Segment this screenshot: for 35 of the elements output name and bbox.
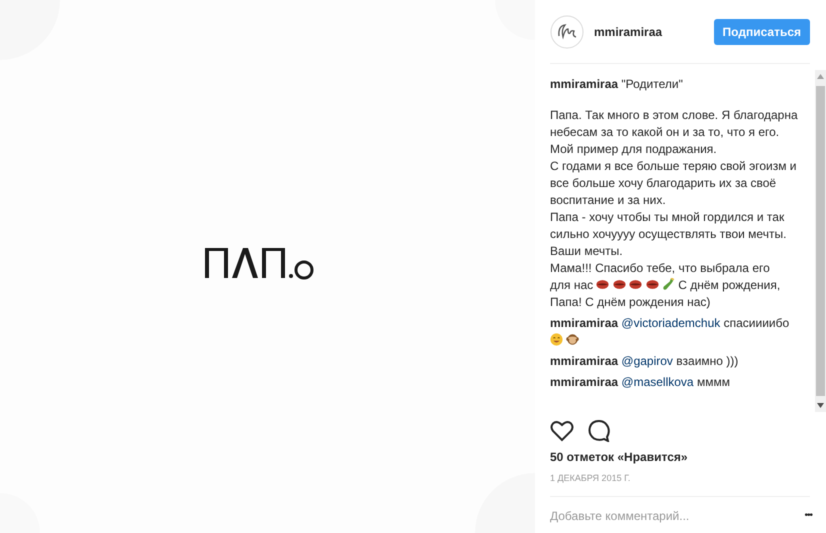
caption-text: С днём рождения, — [678, 278, 780, 292]
username[interactable]: mmiramiraa — [594, 22, 662, 40]
comment-username[interactable]: mmiramiraa — [550, 354, 618, 368]
caption-text: Мама!!! Спасибо тебе, что выбрала его — [550, 261, 770, 275]
caption-text: Папа! С днём рождения нас) — [550, 295, 710, 309]
more-button[interactable]: ••• — [804, 508, 812, 523]
mention-link[interactable]: @gapirov — [621, 354, 673, 368]
comment-username[interactable]: mmiramiraa — [550, 316, 618, 330]
comment-text: спасиииибо — [724, 316, 790, 330]
avatar-icon — [550, 14, 584, 48]
caption-text: С годами я все больше теряю свой эгоизм и все больше хочу благодарить их за своё воспитание и за них. — [550, 158, 798, 209]
heart-icon[interactable] — [550, 420, 574, 442]
mention-link[interactable]: @masellkova — [621, 375, 694, 389]
scroll-down-icon[interactable] — [817, 403, 824, 408]
caption-title: "Родители" — [621, 77, 683, 91]
lips-icon — [596, 278, 610, 291]
caption-text: Папа. Так много в этом слове. Я благодарна небесам за то какой он и за то, что я его. Мой пример для подражания. — [550, 107, 799, 158]
lips-icon — [646, 278, 659, 291]
monkey-icon — [566, 333, 580, 346]
scrollbar[interactable] — [815, 70, 826, 412]
comment-icon[interactable] — [588, 420, 610, 442]
comment-text: мммм — [696, 375, 730, 389]
username[interactable]: mmiramiraa — [550, 77, 618, 91]
lips-icon — [629, 278, 642, 291]
comment-text: взаимно ))) — [676, 354, 738, 368]
caption-text: Папа - хочу чтобы ты мной гордился и так сильно хочуууу осуществлять твои мечты. — [550, 209, 788, 243]
caption-text: для нас — [550, 278, 594, 292]
bottle-icon — [662, 278, 675, 291]
smiley-icon — [550, 333, 563, 346]
likes-count[interactable]: 50 отметок «Нравится» — [550, 448, 826, 466]
comment-username[interactable]: mmiramiraa — [550, 375, 618, 389]
lips-icon — [612, 278, 626, 291]
caption-text: Ваши мечты. — [550, 243, 624, 260]
mention-link[interactable]: @victoriademchuk — [621, 316, 720, 330]
post-date: 1 ДЕКАБРЯ 2015 Г. — [550, 472, 810, 496]
